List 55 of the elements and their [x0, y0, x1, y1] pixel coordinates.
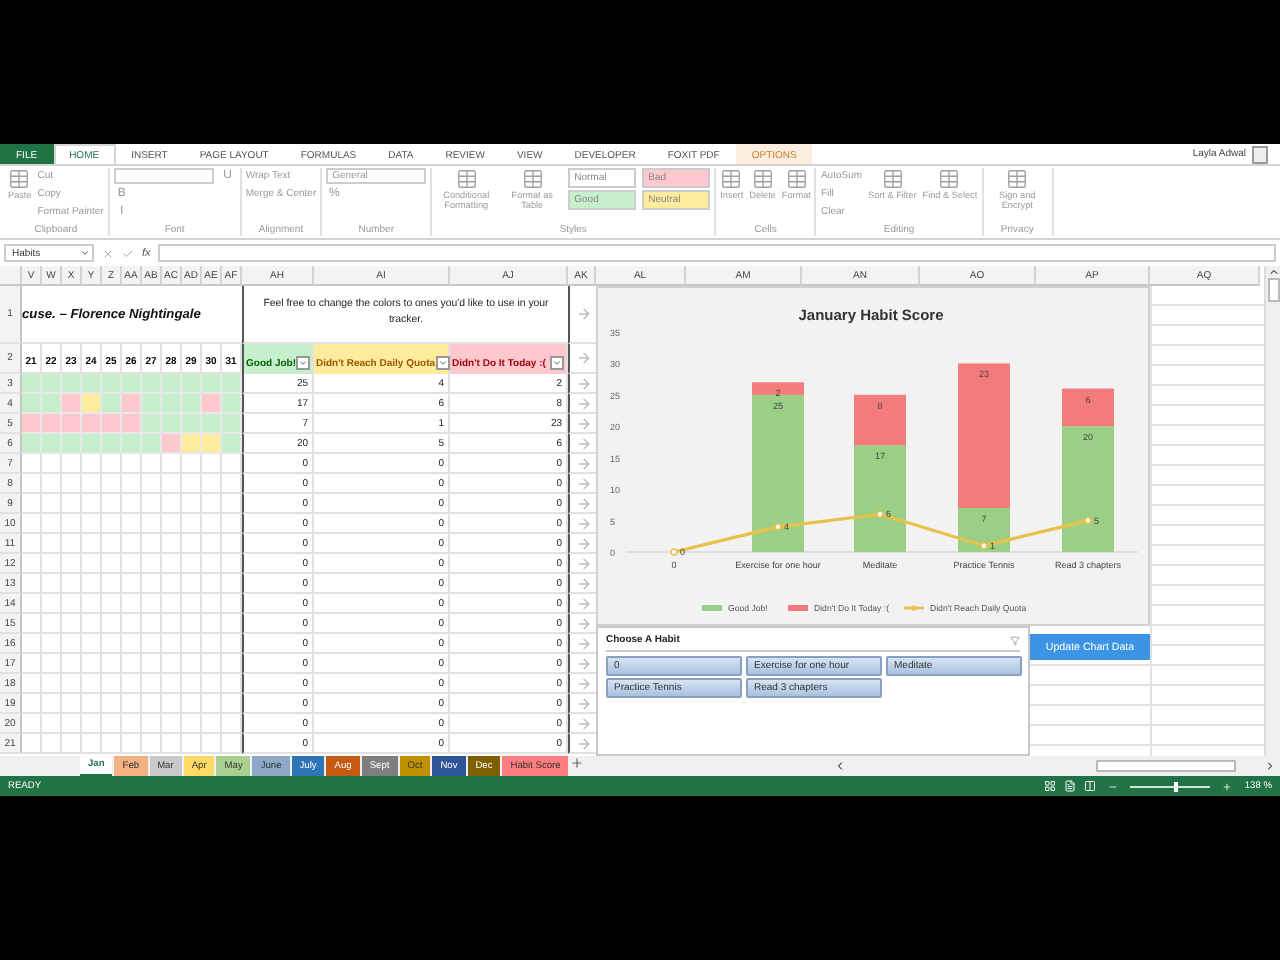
page-view-icon[interactable] [1064, 780, 1077, 792]
arrow-icon [575, 455, 591, 471]
table-icon [751, 168, 774, 190]
arrow-icon [575, 395, 591, 411]
table-icon [1006, 168, 1029, 190]
arrow-icon [575, 615, 591, 631]
zoom-in-icon[interactable] [1222, 781, 1233, 791]
arrow-icon [575, 655, 591, 671]
arrow-icon [575, 435, 591, 451]
arrow-icon [575, 575, 591, 591]
scroll-right-icon[interactable] [1264, 760, 1276, 772]
dropdown-icon[interactable] [80, 248, 90, 258]
arrow-icon [575, 735, 591, 751]
select-all-corner[interactable] [0, 266, 22, 286]
filter-button[interactable] [435, 356, 450, 370]
legend-key [904, 605, 924, 611]
table-icon [521, 168, 544, 190]
arrow-icon [575, 555, 591, 571]
arrow-icon [575, 595, 591, 611]
check-icon [122, 247, 134, 259]
arrow-icon [575, 675, 591, 691]
table-icon [881, 168, 904, 190]
arrow-icon [575, 495, 591, 511]
filter-button[interactable] [550, 356, 564, 370]
table-icon [785, 168, 808, 190]
clear-filter-icon[interactable] [1010, 635, 1020, 645]
ribbon-field[interactable] [113, 168, 214, 184]
arrow-icon [575, 635, 591, 651]
table-icon [938, 168, 961, 190]
arrow-icon [575, 695, 591, 711]
zoom-out-icon[interactable] [1108, 781, 1119, 791]
scroll-up-icon[interactable] [1267, 266, 1279, 278]
arrow-icon [575, 375, 591, 391]
grid-view-icon[interactable] [1044, 780, 1057, 792]
scroll-left-icon[interactable] [834, 760, 846, 772]
cancel-icon [102, 247, 114, 259]
arrow-icon [575, 415, 591, 431]
table-icon [8, 168, 31, 190]
arrow-icon [575, 715, 591, 731]
arrow-icon [575, 475, 591, 491]
arrow-icon [575, 535, 591, 551]
zoom-thumb[interactable] [1174, 781, 1179, 791]
legend-key [788, 605, 808, 611]
filter-button[interactable] [296, 356, 310, 370]
arrow-icon [575, 515, 591, 531]
table-icon [720, 168, 743, 190]
avatar[interactable] [1252, 145, 1268, 163]
table-icon [455, 168, 478, 190]
arrow-icon [575, 306, 591, 322]
scroll-thumb[interactable] [1267, 278, 1279, 302]
columns-view-icon[interactable] [1084, 780, 1097, 792]
legend-key [702, 605, 722, 611]
formula-input[interactable] [158, 244, 1276, 262]
arrow-icon [575, 350, 591, 366]
vertical-scrollbar[interactable] [1264, 266, 1280, 756]
